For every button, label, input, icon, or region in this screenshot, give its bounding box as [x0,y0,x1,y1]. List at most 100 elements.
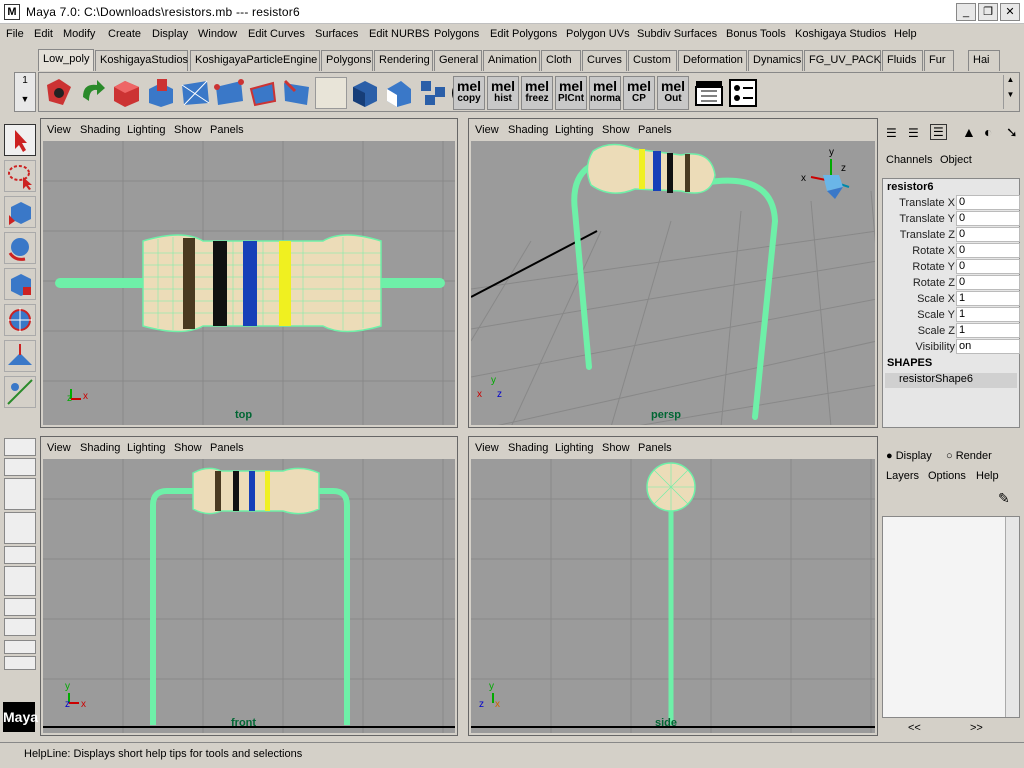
menu-file[interactable]: File [6,28,24,40]
merge-vertices-icon[interactable] [213,77,245,109]
vp-menu-shading[interactable]: Shading [508,442,548,454]
vp-menu-shading[interactable]: Shading [80,124,120,136]
render-radio[interactable]: ○ Render [946,450,992,462]
shelf-tab-koshigayastudios[interactable]: KoshigayaStudios [95,50,188,71]
shelf-tab-polygons[interactable]: Polygons [321,50,373,71]
menu-edit-polygons[interactable]: Edit Polygons [490,28,557,40]
shelf-scroll-arrows[interactable]: ▲ ▼ [1003,75,1017,109]
vp-menu-panels[interactable]: Panels [210,124,244,136]
universal-manipulator-tool[interactable] [4,304,36,336]
channel-box-toggle-icon[interactable]: ☰ [930,124,947,140]
vp-menu-show[interactable]: Show [174,124,202,136]
shelf-tab-cloth[interactable]: Cloth [541,50,581,71]
split-poly-icon[interactable] [179,77,211,109]
vp-menu-show[interactable]: Show [602,442,630,454]
append-polygon-icon[interactable] [247,77,279,109]
attr-translate-z[interactable]: Translate Z0 [883,227,1021,243]
extrude-face-icon[interactable] [145,77,177,109]
viewport-persp-canvas[interactable]: x y z y x z persp [471,141,875,425]
render-settings-icon[interactable] [727,77,759,109]
attr-scale-x[interactable]: Scale X1 [883,291,1021,307]
channel-box-attribute-icon[interactable]: ☰ [908,126,919,140]
layout-single-button[interactable] [4,438,36,456]
layout-menu-b-button[interactable] [4,656,36,670]
shelf-tab-rendering[interactable]: Rendering [374,50,433,71]
split-edge-icon[interactable] [281,77,313,109]
show-manipulator-tool[interactable] [4,376,36,408]
menu-edit[interactable]: Edit [34,28,53,40]
menu-help[interactable]: Help [894,28,917,40]
shelf-tab-curves[interactable]: Curves [582,50,627,71]
layer-scroll-right-button[interactable]: >> [970,722,983,734]
layout-persp-outliner-button[interactable] [4,478,36,510]
attr-rotate-x[interactable]: Rotate X0 [883,243,1021,259]
bevel-icon[interactable] [111,77,143,109]
shape-node-name[interactable]: resistorShape6 [885,373,1017,388]
mel-picnt-button[interactable]: mel PICnt [555,76,587,110]
attr-scale-z[interactable]: Scale Z1 [883,323,1021,339]
mel-hist-button[interactable]: mel hist [487,76,519,110]
menu-edit-nurbs[interactable]: Edit NURBS [369,28,430,40]
vp-menu-lighting[interactable]: Lighting [127,442,166,454]
vp-menu-lighting[interactable]: Lighting [555,124,594,136]
sharing-icon[interactable] [417,77,449,109]
viewport-side-canvas[interactable]: y z x side [471,459,875,733]
viewport-top[interactable]: View Shading Lighting Show Panels z x to… [40,118,458,428]
attr-rotate-y[interactable]: Rotate Y0 [883,259,1021,275]
vp-menu-panels[interactable]: Panels [638,442,672,454]
redo-arrow-icon[interactable] [77,77,109,109]
layer-scroll-left-button[interactable]: << [908,722,921,734]
vp-menu-lighting[interactable]: Lighting [127,124,166,136]
menu-subdiv-surfaces[interactable]: Subdiv Surfaces [637,28,717,40]
soft-mod-tool[interactable] [4,340,36,372]
attr-translate-x[interactable]: Translate X0 [883,195,1021,211]
attr-translate-y[interactable]: Translate Y0 [883,211,1021,227]
cube-wire-icon[interactable] [383,77,415,109]
vp-menu-shading[interactable]: Shading [508,124,548,136]
shelf-tab-fur[interactable]: Fur [924,50,954,71]
attr-scale-y[interactable]: Scale Y1 [883,307,1021,323]
vp-menu-view[interactable]: View [475,124,499,136]
move-tool[interactable] [4,196,36,228]
selection-arrow-icon[interactable]: ➘ [1006,124,1018,141]
viewport-side[interactable]: View Shading Lighting Show Panels y z x … [468,436,878,736]
shelf-tab-animation[interactable]: Animation [483,50,540,71]
channel-object-name[interactable]: resistor6 [887,181,933,193]
vp-menu-show[interactable]: Show [174,442,202,454]
mel-out-button[interactable]: mel Out [657,76,689,110]
menu-koshigaya-studios[interactable]: Koshigaya Studios [795,28,886,40]
display-radio[interactable]: ● Display [886,450,932,462]
menu-polygons[interactable]: Polygons [434,28,479,40]
select-tool[interactable] [4,124,36,156]
menu-bonus-tools[interactable]: Bonus Tools [726,28,786,40]
shelf-scroll-down-icon[interactable]: ▼ [1004,90,1017,99]
shelf-tab-fg-uv-pack[interactable]: FG_UV_PACK [804,50,881,71]
layout-graph-editor-button[interactable] [4,566,36,596]
options-menu[interactable]: Options [928,470,966,482]
layers-menu[interactable]: Layers [886,470,919,482]
vp-menu-show[interactable]: Show [602,124,630,136]
layer-list[interactable] [882,516,1020,718]
vp-menu-panels[interactable]: Panels [210,442,244,454]
shelf-tab-hair[interactable]: Hai [968,50,1000,71]
layout-custom-b-button[interactable] [4,618,36,636]
poly-tool-icon[interactable] [43,77,75,109]
menu-surfaces[interactable]: Surfaces [315,28,358,40]
layer-list-scrollbar[interactable] [1005,517,1019,717]
vp-menu-lighting[interactable]: Lighting [555,442,594,454]
menu-modify[interactable]: Modify [63,28,95,40]
shelf-options-spinner[interactable]: 1 ▼ [14,72,36,112]
menu-display[interactable]: Display [152,28,188,40]
vp-menu-view[interactable]: View [47,124,71,136]
menu-window[interactable]: Window [198,28,237,40]
layout-custom-a-button[interactable] [4,598,36,616]
tool-settings-icon[interactable]: ▲ [962,124,976,140]
shelf-tab-dynamics[interactable]: Dynamics [748,50,803,71]
attribute-editor-icon[interactable]: ◐ [984,124,992,140]
layout-four-button[interactable] [4,458,36,476]
viewport-front[interactable]: View Shading Lighting Show Panels y x z … [40,436,458,736]
blank-shelf-button[interactable] [315,77,347,109]
vp-menu-shading[interactable]: Shading [80,442,120,454]
channel-box-layout-icon[interactable]: ☰ [886,126,897,140]
shelf-tab-low-poly[interactable]: Low_poly [38,49,94,71]
